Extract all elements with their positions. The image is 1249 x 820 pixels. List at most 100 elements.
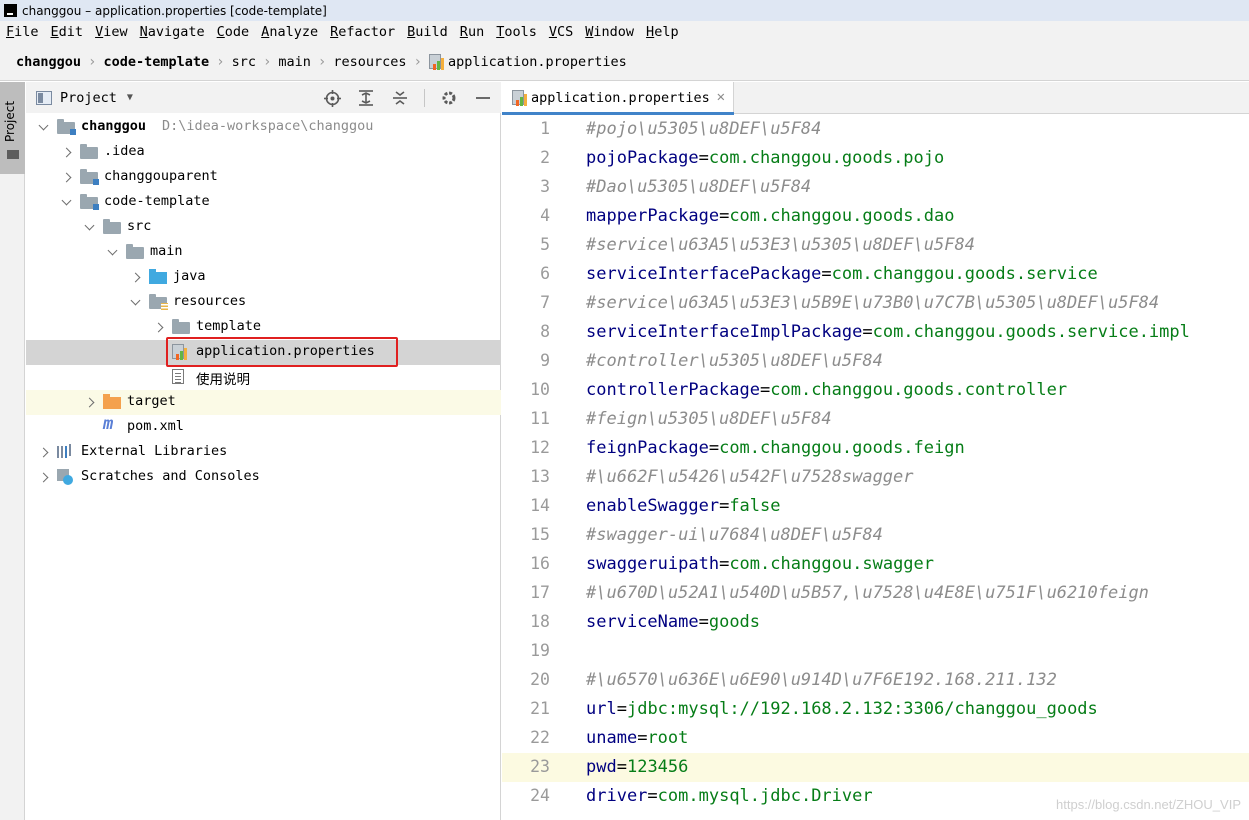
- chevron-down-icon[interactable]: [84, 222, 96, 234]
- code-line[interactable]: 10 controllerPackage=com.changgou.goods.c…: [502, 376, 1249, 405]
- tree-item-name: pom.xml: [127, 418, 184, 434]
- tab-application-properties[interactable]: application.properties ✕: [502, 82, 734, 115]
- chevron-right-icon[interactable]: [130, 272, 142, 284]
- tree-row[interactable]: java: [26, 265, 501, 290]
- code-line[interactable]: 2 pojoPackage=com.changgou.goods.pojo: [502, 144, 1249, 173]
- tree-row[interactable]: Scratches and Consoles: [26, 465, 501, 490]
- folder-icon: [80, 144, 98, 159]
- code-line[interactable]: 11 #feign\u5305\u8DEF\u5F84: [502, 405, 1249, 434]
- property-value: com.changgou.goods.service.impl: [872, 322, 1190, 342]
- code-line[interactable]: 17 #\u670D\u52A1\u540D\u5B57,\u7528\u4E8E…: [502, 579, 1249, 608]
- code-line[interactable]: 5 #service\u63A5\u53E3\u5305\u8DEF\u5F84: [502, 231, 1249, 260]
- tree-row[interactable]: main: [26, 240, 501, 265]
- collapse-all-icon[interactable]: [390, 88, 410, 108]
- tree-item-label: changgou D:\idea-workspace\changgou: [81, 118, 373, 134]
- breadcrumb-separator-icon: ›: [413, 53, 422, 70]
- menu-refactor[interactable]: Refactor: [324, 24, 401, 40]
- chevron-down-icon[interactable]: [130, 297, 142, 309]
- code-line[interactable]: 1 #pojo\u5305\u8DEF\u5F84: [502, 115, 1249, 144]
- tree-row[interactable]: External Libraries: [26, 440, 501, 465]
- code-editor[interactable]: 1 #pojo\u5305\u8DEF\u5F84 2 pojoPackage=com…: [502, 115, 1249, 820]
- tree-item-name: resources: [173, 293, 247, 309]
- tree-row[interactable]: m pom.xml: [26, 414, 501, 440]
- menu-window[interactable]: Window: [579, 24, 640, 40]
- line-content: enableSwagger=false: [586, 496, 781, 516]
- project-tool-tab[interactable]: Project: [0, 82, 25, 174]
- chevron-right-icon[interactable]: [38, 447, 50, 459]
- code-line[interactable]: 23 pwd=123456: [502, 753, 1249, 782]
- property-value: root: [647, 728, 689, 748]
- menu-analyze[interactable]: Analyze: [255, 24, 324, 40]
- menu-navigate[interactable]: Navigate: [134, 24, 211, 40]
- code-line[interactable]: 21 url=jdbc:mysql://192.168.2.132:3306/ch…: [502, 695, 1249, 724]
- comment-text: #swagger-ui\u7684\u8DEF\u5F84: [586, 525, 883, 545]
- tree-row[interactable]: .idea: [26, 140, 501, 165]
- locate-file-icon[interactable]: [322, 88, 342, 108]
- breadcrumb-item[interactable]: code-template: [103, 54, 209, 70]
- chevron-right-icon[interactable]: [84, 397, 96, 409]
- menu-code[interactable]: Code: [211, 24, 256, 40]
- code-line[interactable]: 14 enableSwagger=false: [502, 492, 1249, 521]
- code-line[interactable]: 22 uname=root: [502, 724, 1249, 753]
- tree-item-label: External Libraries: [81, 443, 227, 459]
- breadcrumb-item[interactable]: src: [232, 54, 256, 70]
- line-number: 23: [530, 757, 550, 776]
- code-line[interactable]: 9 #controller\u5305\u8DEF\u5F84: [502, 347, 1249, 376]
- chevron-down-icon[interactable]: ▼: [127, 92, 133, 103]
- source-folder-icon: [149, 269, 167, 284]
- breadcrumb-item[interactable]: changgou: [16, 54, 81, 70]
- code-line[interactable]: 8 serviceInterfaceImplPackage=com.changgo…: [502, 318, 1249, 347]
- menu-edit[interactable]: Edit: [45, 24, 90, 40]
- code-line[interactable]: 4 mapperPackage=com.changgou.goods.dao: [502, 202, 1249, 231]
- chevron-right-icon[interactable]: [38, 472, 50, 484]
- code-line[interactable]: 16 swaggeruipath=com.changgou.swagger: [502, 550, 1249, 579]
- chevron-down-icon[interactable]: [61, 197, 73, 209]
- tree-row[interactable]: changgouparent: [26, 165, 501, 190]
- menu-help[interactable]: Help: [640, 24, 685, 40]
- chevron-right-icon[interactable]: [153, 322, 165, 334]
- tree-row[interactable]: 使用说明: [26, 365, 501, 390]
- chevron-right-icon[interactable]: [61, 147, 73, 159]
- menu-run[interactable]: Run: [454, 24, 490, 40]
- code-line[interactable]: 19: [502, 637, 1249, 666]
- menu-tools[interactable]: Tools: [490, 24, 543, 40]
- tree-row[interactable]: src: [26, 215, 501, 240]
- code-line[interactable]: 7 #service\u63A5\u53E3\u5B9E\u73B0\u7C7B\…: [502, 289, 1249, 318]
- expand-all-icon[interactable]: [356, 88, 376, 108]
- toolbar-divider: [424, 89, 425, 107]
- code-line[interactable]: 13 #\u662F\u5426\u542F\u7528swagger: [502, 463, 1249, 492]
- project-view-selector[interactable]: Project: [60, 90, 117, 106]
- code-line[interactable]: 15 #swagger-ui\u7684\u8DEF\u5F84: [502, 521, 1249, 550]
- tree-row[interactable]: target: [26, 390, 501, 415]
- close-icon[interactable]: ✕: [717, 89, 725, 105]
- menu-view[interactable]: View: [89, 24, 134, 40]
- breadcrumb-item[interactable]: main: [278, 54, 311, 70]
- line-content: controllerPackage=com.changgou.goods.con…: [586, 380, 1067, 400]
- menu-vcs[interactable]: VCS: [543, 24, 579, 40]
- line-number: 6: [540, 264, 550, 283]
- line-content: #\u6570\u636E\u6E90\u914D\u7F6E192.168.2…: [586, 670, 1057, 690]
- tree-row[interactable]: resources: [26, 290, 501, 315]
- property-key: uname: [586, 728, 638, 748]
- line-number: 10: [530, 380, 550, 399]
- comment-text: #Dao\u5305\u8DEF\u5F84: [586, 177, 812, 197]
- tree-row[interactable]: code-template: [26, 190, 501, 215]
- code-line[interactable]: 12 feignPackage=com.changgou.goods.feign: [502, 434, 1249, 463]
- code-line[interactable]: 18 serviceName=goods: [502, 608, 1249, 637]
- code-line[interactable]: 6 serviceInterfacePackage=com.changgou.go…: [502, 260, 1249, 289]
- gear-icon[interactable]: [439, 88, 459, 108]
- minimize-icon[interactable]: [473, 88, 493, 108]
- code-line[interactable]: 3 #Dao\u5305\u8DEF\u5F84: [502, 173, 1249, 202]
- chevron-down-icon[interactable]: [38, 122, 50, 134]
- breadcrumb-item[interactable]: application.properties: [428, 53, 627, 70]
- tree-row[interactable]: changgou D:\idea-workspace\changgou: [26, 115, 501, 140]
- code-line[interactable]: 20 #\u6570\u636E\u6E90\u914D\u7F6E192.168…: [502, 666, 1249, 695]
- menu-build[interactable]: Build: [401, 24, 454, 40]
- line-content: #controller\u5305\u8DEF\u5F84: [586, 351, 883, 371]
- menu-file[interactable]: File: [0, 24, 45, 40]
- tree-item-name: changgou: [81, 118, 147, 134]
- breadcrumb-item[interactable]: resources: [333, 54, 406, 70]
- chevron-right-icon[interactable]: [61, 172, 73, 184]
- chevron-down-icon[interactable]: [107, 247, 119, 259]
- line-number: 13: [530, 467, 550, 486]
